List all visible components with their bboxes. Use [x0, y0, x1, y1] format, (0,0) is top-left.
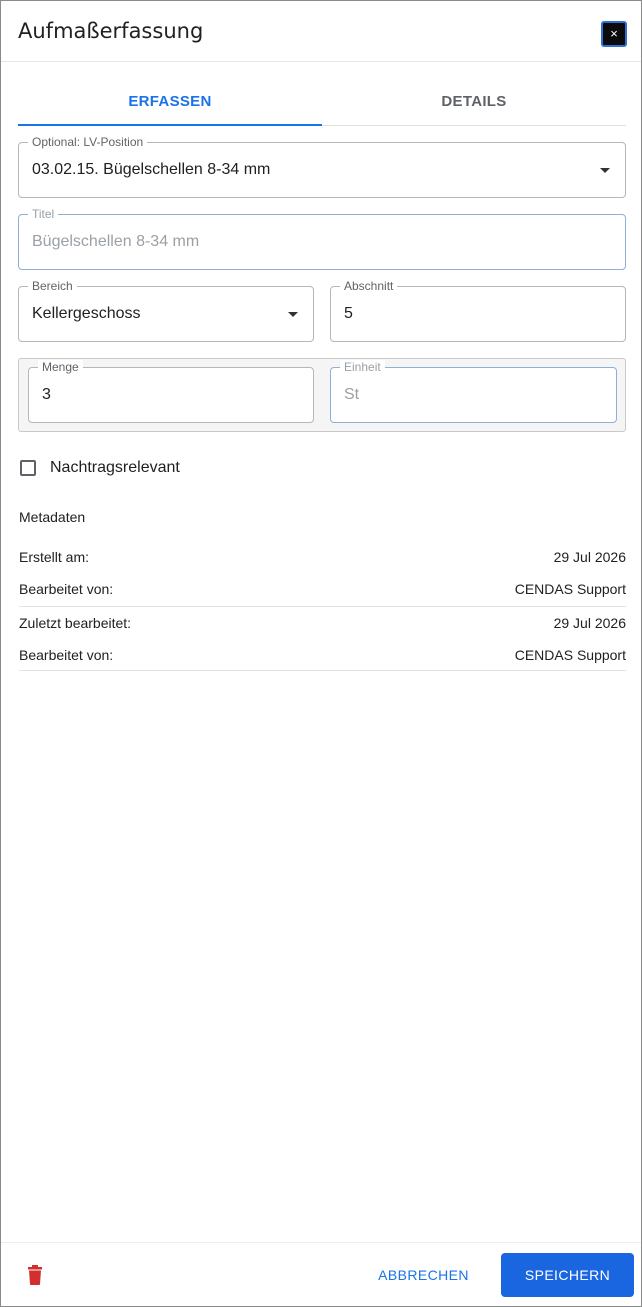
dropdown-arrow-icon	[288, 312, 298, 317]
close-button[interactable]: ×	[601, 21, 627, 47]
titel-field[interactable]: Titel Bügelschellen 8-34 mm	[18, 207, 626, 270]
bereich-label: Bereich	[28, 279, 77, 293]
abschnitt-label: Abschnitt	[340, 279, 398, 293]
dropdown-arrow-icon	[600, 168, 610, 173]
bereich-value: Kellergeschoss	[32, 305, 141, 322]
dialog-header: Aufmaßerfassung ×	[1, 1, 641, 62]
bereich-select[interactable]: Bereich Kellergeschoss	[18, 279, 314, 342]
meta-row-last-edited-by: Bearbeitet von: CENDAS Support	[19, 639, 626, 671]
dialog-title: Aufmaßerfassung	[18, 19, 204, 43]
trash-icon[interactable]	[26, 1265, 44, 1285]
meta-key: Bearbeitet von:	[19, 647, 114, 663]
menge-label: Menge	[38, 360, 83, 374]
aufmass-dialog: Aufmaßerfassung × ERFASSEN DETAILS Optio…	[0, 0, 642, 1307]
meta-row-last-edited: Zuletzt bearbeitet: 29 Jul 2026	[19, 607, 626, 639]
nachtragsrelevant-checkbox[interactable]	[20, 460, 36, 476]
abschnitt-field[interactable]: Abschnitt 5	[330, 279, 626, 342]
metadata-heading: Metadaten	[19, 509, 86, 525]
meta-value: CENDAS Support	[514, 647, 626, 663]
tab-bar: ERFASSEN DETAILS	[18, 79, 626, 126]
einheit-value: St	[344, 386, 360, 403]
meta-row-created: Erstellt am: 29 Jul 2026	[19, 541, 626, 573]
menge-value: 3	[42, 386, 51, 403]
abschnitt-value: 5	[344, 305, 353, 322]
tab-details[interactable]: DETAILS	[322, 79, 626, 125]
lv-position-select[interactable]: Optional: LV-Position 03.02.15. Bügelsch…	[18, 135, 626, 198]
meta-value: CENDAS Support	[514, 581, 626, 597]
meta-key: Erstellt am:	[19, 549, 90, 565]
divider	[19, 670, 626, 671]
save-button[interactable]: SPEICHERN	[501, 1253, 634, 1297]
lv-position-value: 03.02.15. Bügelschellen 8-34 mm	[32, 161, 271, 178]
titel-value: Bügelschellen 8-34 mm	[32, 233, 200, 250]
meta-value: 29 Jul 2026	[553, 615, 626, 631]
menge-field[interactable]: Menge 3	[28, 360, 314, 423]
einheit-field[interactable]: Einheit St	[330, 360, 617, 423]
einheit-label: Einheit	[340, 360, 385, 374]
meta-key: Zuletzt bearbeitet:	[19, 615, 132, 631]
tab-erfassen[interactable]: ERFASSEN	[18, 79, 322, 126]
meta-key: Bearbeitet von:	[19, 581, 114, 597]
close-icon: ×	[610, 26, 618, 41]
nachtragsrelevant-label[interactable]: Nachtragsrelevant	[50, 459, 180, 477]
footer-divider	[1, 1242, 641, 1243]
meta-row-created-by: Bearbeitet von: CENDAS Support	[19, 573, 626, 605]
lv-position-label: Optional: LV-Position	[28, 135, 148, 149]
meta-value: 29 Jul 2026	[553, 549, 626, 565]
cancel-button[interactable]: ABBRECHEN	[366, 1253, 481, 1297]
titel-label: Titel	[28, 207, 59, 221]
